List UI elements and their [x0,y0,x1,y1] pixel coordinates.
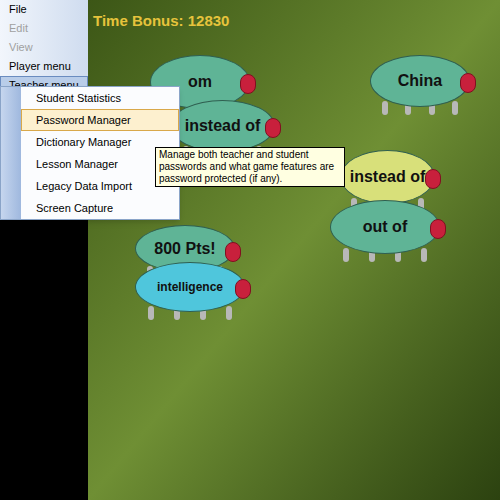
bug[interactable]: China [370,55,470,115]
bug[interactable]: out of [330,200,440,262]
bug-head [240,74,256,94]
bug-head [235,279,251,299]
dropdown-item[interactable]: Password Manager [21,109,179,131]
bug[interactable]: intelligence [135,262,245,320]
bug-body: intelligence [135,262,245,312]
bug-body: instead of [170,100,275,152]
dropdown-item[interactable]: Screen Capture [21,197,179,219]
menu-bar-item[interactable]: File [0,0,88,19]
dropdown-strip [1,87,21,219]
bug-body: out of [330,200,440,254]
bug-body: China [370,55,470,107]
bug-head [460,73,476,93]
bug-head [430,219,446,239]
bug-head [225,242,241,262]
bug-body: instead of [340,150,435,204]
game-area[interactable]: Time Bonus: 12830omChinainstead ofinstea… [88,0,500,500]
time-bonus: Time Bonus: 12830 [93,10,229,33]
menu-bar: FileEditViewPlayer menuTeacher menu [0,0,88,97]
menu-bar-item: View [0,38,88,57]
bug-head [425,169,441,189]
menu-bar-item: Edit [0,19,88,38]
bug-head [265,118,281,138]
dropdown-menu: Student StatisticsPassword ManagerDictio… [0,86,180,220]
menu-bar-item[interactable]: Player menu [0,57,88,76]
side-column: FileEditViewPlayer menuTeacher menu [0,0,88,500]
app: FileEditViewPlayer menuTeacher menuTime … [0,0,500,500]
dropdown-item[interactable]: Student Statistics [21,87,179,109]
tooltip: Manage both teacher and student password… [155,147,345,187]
